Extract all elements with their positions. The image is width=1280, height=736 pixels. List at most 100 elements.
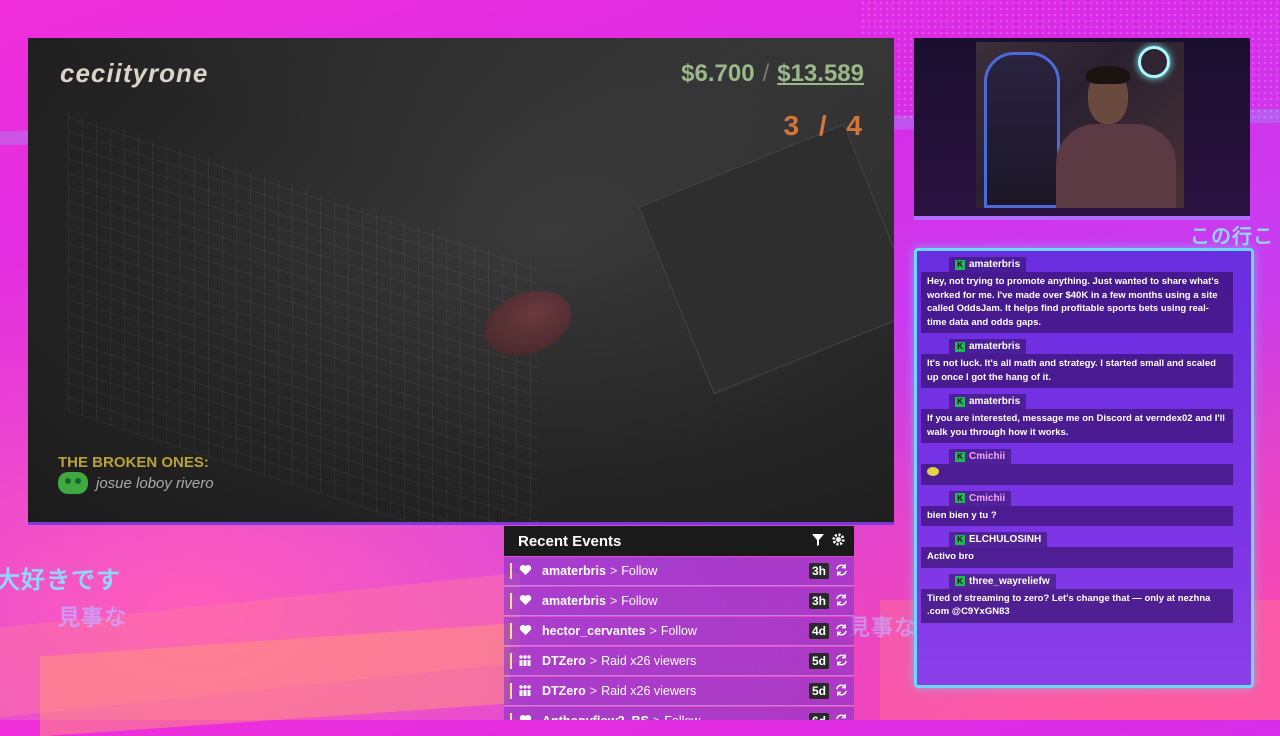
webcam-feed (976, 42, 1184, 208)
team-member-name: josue loboy rivero (96, 474, 214, 492)
chat-message: Kamaterbris It's not luck. It's all math … (921, 333, 1233, 388)
event-user: DTZero (542, 684, 586, 698)
event-time: 6d (808, 713, 829, 720)
recent-events-panel: Recent Events amaterbris > Follow 3h amaterb… (504, 526, 854, 720)
chat-message-text: bien bien y tu ? (921, 505, 1233, 526)
chat-message-header: Kamaterbris (949, 257, 1027, 272)
event-accent-bar (510, 623, 512, 639)
event-action: Raid x26 viewers (601, 654, 697, 668)
chat-message-header: K Cmichii (949, 490, 1012, 506)
raid-icon (516, 684, 534, 699)
kick-badge-icon: K (955, 451, 965, 462)
kick-badge-icon: K (955, 259, 965, 270)
recent-events-title: Recent Events (518, 532, 622, 550)
chat-message: K ELCHULOSINH Activo bro (921, 526, 1233, 568)
team-avatar-icon (58, 472, 88, 494)
round-counter: 3 / 4 (783, 110, 868, 141)
kick-badge-icon: K (955, 396, 965, 407)
chat-panel: Kamaterbris Hey, not trying to promote an… (914, 248, 1254, 688)
chat-message-text: If you are interested, message me on Dis… (921, 409, 1233, 443)
kick-badge-icon: K (955, 534, 965, 545)
chat-message-header: K ELCHULOSINH (949, 532, 1048, 547)
event-time: 5d (808, 653, 829, 669)
replay-icon[interactable] (835, 683, 848, 699)
event-row[interactable]: Anthonyflow2_BS>Follow6d (504, 707, 854, 720)
event-accent-bar (510, 683, 512, 699)
chat-username: Cmichii (969, 451, 1006, 462)
event-user: Anthonyflow2_BS (542, 714, 649, 720)
event-row[interactable]: hector_cervantes > Follow 4d (504, 617, 854, 646)
event-row[interactable]: amaterbris > Follow 3h (504, 557, 854, 586)
player-name: ceciityrone (60, 58, 209, 88)
event-user: amaterbris (542, 594, 606, 608)
event-accent-bar (510, 653, 512, 669)
arrow-right-icon: > (609, 564, 618, 578)
chat-message-header: Kamaterbris (949, 339, 1027, 354)
gear-icon[interactable] (831, 532, 846, 550)
kick-badge-icon: K (955, 341, 965, 352)
money-current: $6.700 (681, 60, 755, 87)
event-time: 4d (808, 623, 829, 639)
chat-message: K Cmichii bien bien y tu ? (921, 485, 1233, 526)
raid-icon (516, 654, 534, 669)
event-action: Raid x26 viewers (601, 684, 697, 698)
team-title: THE BROKEN ONES: (58, 454, 209, 471)
event-action: Follow (664, 714, 809, 720)
recent-events-header: Recent Events (504, 526, 854, 556)
chat-message-header: Kthree_wayreliefw (949, 573, 1056, 589)
jp-text: 大好きです (0, 567, 121, 594)
chat-message-text: Tired of streaming to zero? Let's change… (921, 588, 1233, 623)
heart-icon (516, 624, 534, 639)
webcam-person-hair (1086, 66, 1130, 84)
chat-username: ELCHULOSINH (969, 534, 1042, 545)
chat-username: amaterbris (969, 259, 1021, 270)
event-row[interactable]: DTZero > Raid x26 viewers 5d (504, 677, 854, 706)
event-action: Follow (660, 624, 697, 638)
chat-message: Kamaterbris If you are interested, messag… (921, 388, 1233, 443)
kick-badge-icon: K (955, 576, 965, 586)
event-row[interactable]: DTZero > Raid x26 viewers 5d (504, 647, 854, 676)
money-separator: / (762, 60, 770, 87)
team-member: josue loboy rivero (58, 472, 214, 494)
event-user: amaterbris (542, 564, 606, 578)
jp-text: 見事な (848, 615, 918, 640)
chat-username: amaterbris (969, 341, 1021, 352)
heart-icon (516, 594, 534, 609)
emote-icon (927, 467, 939, 476)
replay-icon[interactable] (835, 593, 848, 609)
recent-events-list: amaterbris > Follow 3h amaterbris > Follow 3h he… (504, 557, 854, 720)
replay-icon[interactable] (835, 623, 848, 639)
event-time: 3h (808, 563, 829, 579)
event-row[interactable]: amaterbris > Follow 3h (504, 587, 854, 616)
event-time: 5d (808, 683, 829, 699)
replay-icon[interactable] (835, 563, 848, 579)
event-user: hector_cervantes (542, 624, 646, 638)
chat-message-text: Activo bro (921, 547, 1233, 568)
event-accent-bar (510, 563, 512, 579)
event-action: Follow (621, 594, 658, 608)
heart-icon (516, 564, 534, 579)
replay-icon[interactable] (835, 653, 848, 669)
replay-icon[interactable] (835, 713, 848, 721)
heart-icon (516, 714, 534, 720)
chat-username: amaterbris (969, 396, 1021, 407)
arrow-right-icon: > (589, 684, 598, 698)
webcam-chair (984, 52, 1060, 208)
chat-message-text: Hey, not trying to promote anything. Jus… (921, 272, 1233, 333)
event-accent-bar (510, 713, 512, 720)
jp-text: 見事な (58, 605, 128, 630)
event-user: DTZero (542, 654, 586, 668)
arrow-right-icon: > (649, 714, 664, 720)
chat-message: K Cmichii (921, 443, 1233, 485)
event-action: Follow (621, 564, 658, 578)
kick-badge-icon: K (955, 493, 965, 503)
event-time: 3h (808, 593, 829, 609)
arrow-right-icon: > (589, 654, 598, 668)
chat-username: Cmichii (969, 492, 1006, 504)
chat-message-header: Kamaterbris (949, 394, 1027, 409)
filter-icon[interactable] (811, 533, 825, 550)
event-accent-bar (510, 593, 512, 609)
chat-message: Kthree_wayreliefw Tired of streaming to z… (921, 568, 1233, 623)
webcam-person-body (1056, 124, 1176, 208)
arrow-right-icon: > (649, 624, 657, 638)
